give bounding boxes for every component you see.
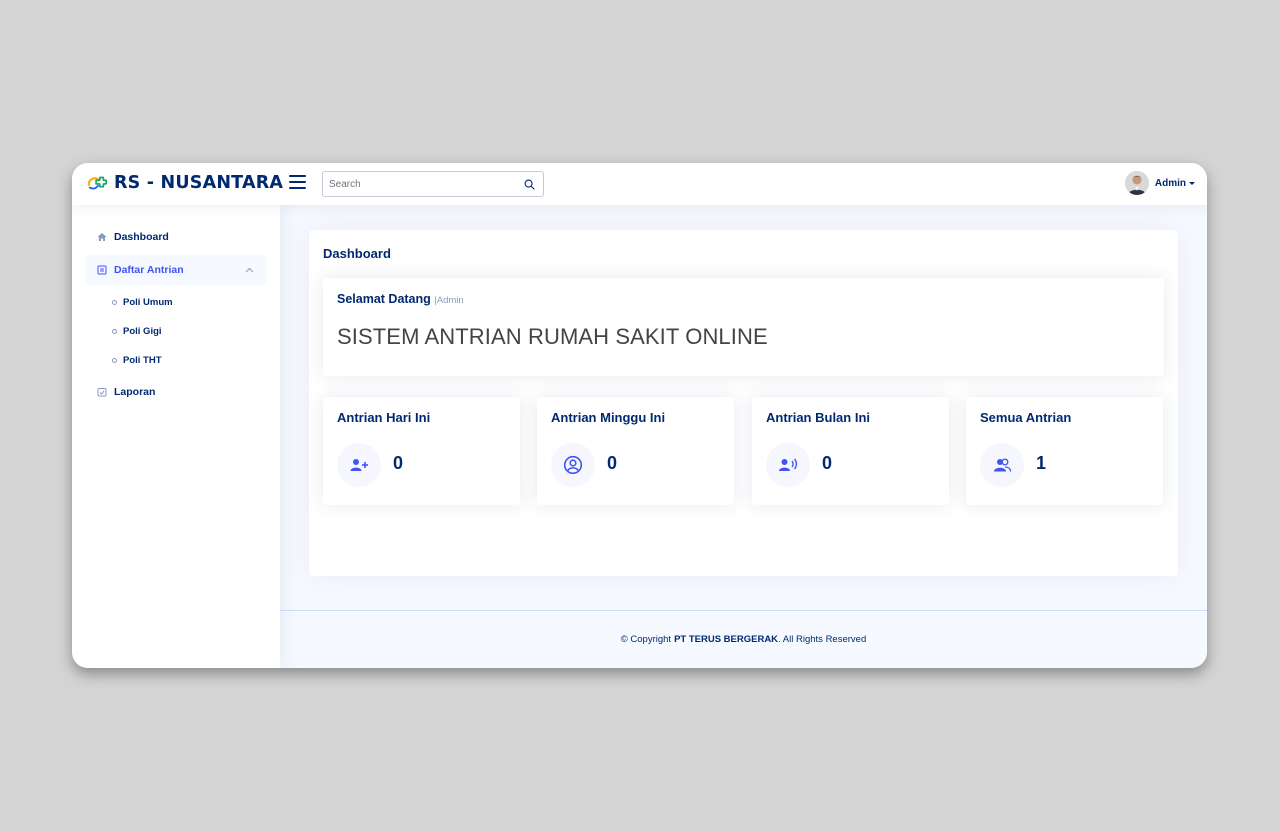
top-header: RS - NUSANTARA Search Admin [72, 163, 1207, 205]
sidebar-item-dashboard[interactable]: Dashboard [86, 222, 266, 252]
search-input[interactable] [323, 172, 515, 196]
search-button[interactable] [515, 172, 543, 196]
user-plus-icon [337, 443, 381, 487]
sidebar-subitem-label: Poli Gigi [123, 326, 162, 337]
card-value: 0 [607, 453, 618, 473]
circle-icon [112, 300, 117, 305]
logo-icon [87, 176, 107, 190]
sidebar-item-daftar-antrian[interactable]: Daftar Antrian [86, 255, 266, 285]
sidebar-subitem-poli-umum[interactable]: Poli Umum [112, 288, 280, 317]
stat-card-month: Antrian Bulan Ini 0 [752, 397, 949, 505]
circle-icon [112, 358, 117, 363]
sidebar: Dashboard Daftar Antrian Poli Umum Poli … [72, 205, 280, 668]
main-content: Dashboard Selamat Datang |Admin SISTEM A… [280, 205, 1207, 668]
sidebar-subitem-label: Poli THT [123, 355, 162, 366]
card-title: Antrian Bulan Ini [766, 410, 870, 425]
caret-down-icon [1189, 181, 1195, 185]
dashboard-panel: Dashboard Selamat Datang |Admin SISTEM A… [309, 230, 1178, 576]
card-value: 0 [393, 453, 404, 473]
page-title: Dashboard [323, 246, 391, 261]
copyright-text: © Copyright [620, 634, 672, 645]
app-window: RS - NUSANTARA Search Admin Dashboard Da… [72, 163, 1207, 668]
logo[interactable]: RS - NUSANTARA [86, 172, 283, 194]
chevron-up-icon [245, 267, 254, 273]
welcome-greeting: Selamat Datang |Admin [337, 292, 464, 306]
user-voice-icon [766, 443, 810, 487]
company-name: PT TERUS BERGERAK [674, 634, 779, 645]
sidebar-item-laporan[interactable]: Laporan [86, 377, 266, 407]
sidebar-item-label: Laporan [114, 386, 156, 398]
stat-card-all: Semua Antrian 1 [966, 397, 1163, 505]
card-title: Antrian Minggu Ini [551, 410, 666, 425]
sidebar-item-label: Daftar Antrian [114, 264, 184, 276]
sidebar-item-label: Dashboard [114, 231, 169, 243]
stat-card-today: Antrian Hari Ini 0 [323, 397, 520, 505]
circle-icon [112, 329, 117, 334]
sidebar-toggle-button[interactable] [289, 175, 306, 189]
profile-dropdown[interactable]: Admin [1124, 171, 1195, 195]
footer: © Copyright PT TERUS BERGERAK. All Right… [280, 610, 1207, 668]
welcome-card: Selamat Datang |Admin SISTEM ANTRIAN RUM… [323, 278, 1164, 376]
home-icon [97, 232, 107, 242]
user-circle-icon [551, 443, 595, 487]
brand-name: RS - NUSANTARA [114, 173, 284, 193]
rights-text: . All Rights Reserved [778, 634, 867, 645]
sidebar-subitem-poli-tht[interactable]: Poli THT [112, 346, 280, 375]
user-photo-icon [1124, 171, 1149, 195]
sidebar-subitem-label: Poli Umum [123, 297, 173, 308]
sidebar-subitem-poli-gigi[interactable]: Poli Gigi [112, 317, 280, 346]
stat-card-week: Antrian Minggu Ini 0 [537, 397, 734, 505]
report-icon [97, 387, 107, 397]
greeting-text: Selamat Datang [337, 292, 431, 306]
search-icon [524, 179, 535, 190]
search-bar [322, 171, 544, 197]
card-value: 0 [822, 453, 833, 473]
avatar [1124, 171, 1149, 195]
card-title: Antrian Hari Ini [337, 410, 431, 425]
welcome-user: Admin [436, 295, 464, 306]
profile-name: Admin [1154, 177, 1186, 189]
list-icon [97, 265, 107, 275]
card-value: 1 [1036, 453, 1047, 473]
card-title: Semua Antrian [980, 410, 1072, 425]
system-headline: SISTEM ANTRIAN RUMAH SAKIT ONLINE [337, 324, 768, 349]
users-icon [980, 443, 1024, 487]
